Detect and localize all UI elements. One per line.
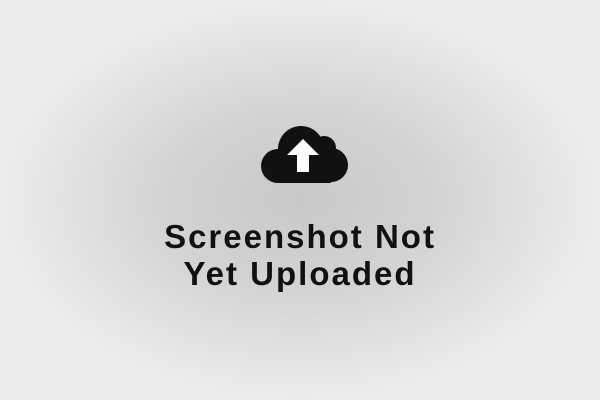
screenshot-placeholder: Screenshot Not Yet Uploaded — [0, 0, 600, 400]
message-line-1: Screenshot Not — [164, 218, 436, 255]
placeholder-message: Screenshot Not Yet Uploaded — [100, 218, 500, 292]
message-line-2: Yet Uploaded — [183, 255, 417, 292]
cloud-upload-icon — [255, 122, 351, 190]
